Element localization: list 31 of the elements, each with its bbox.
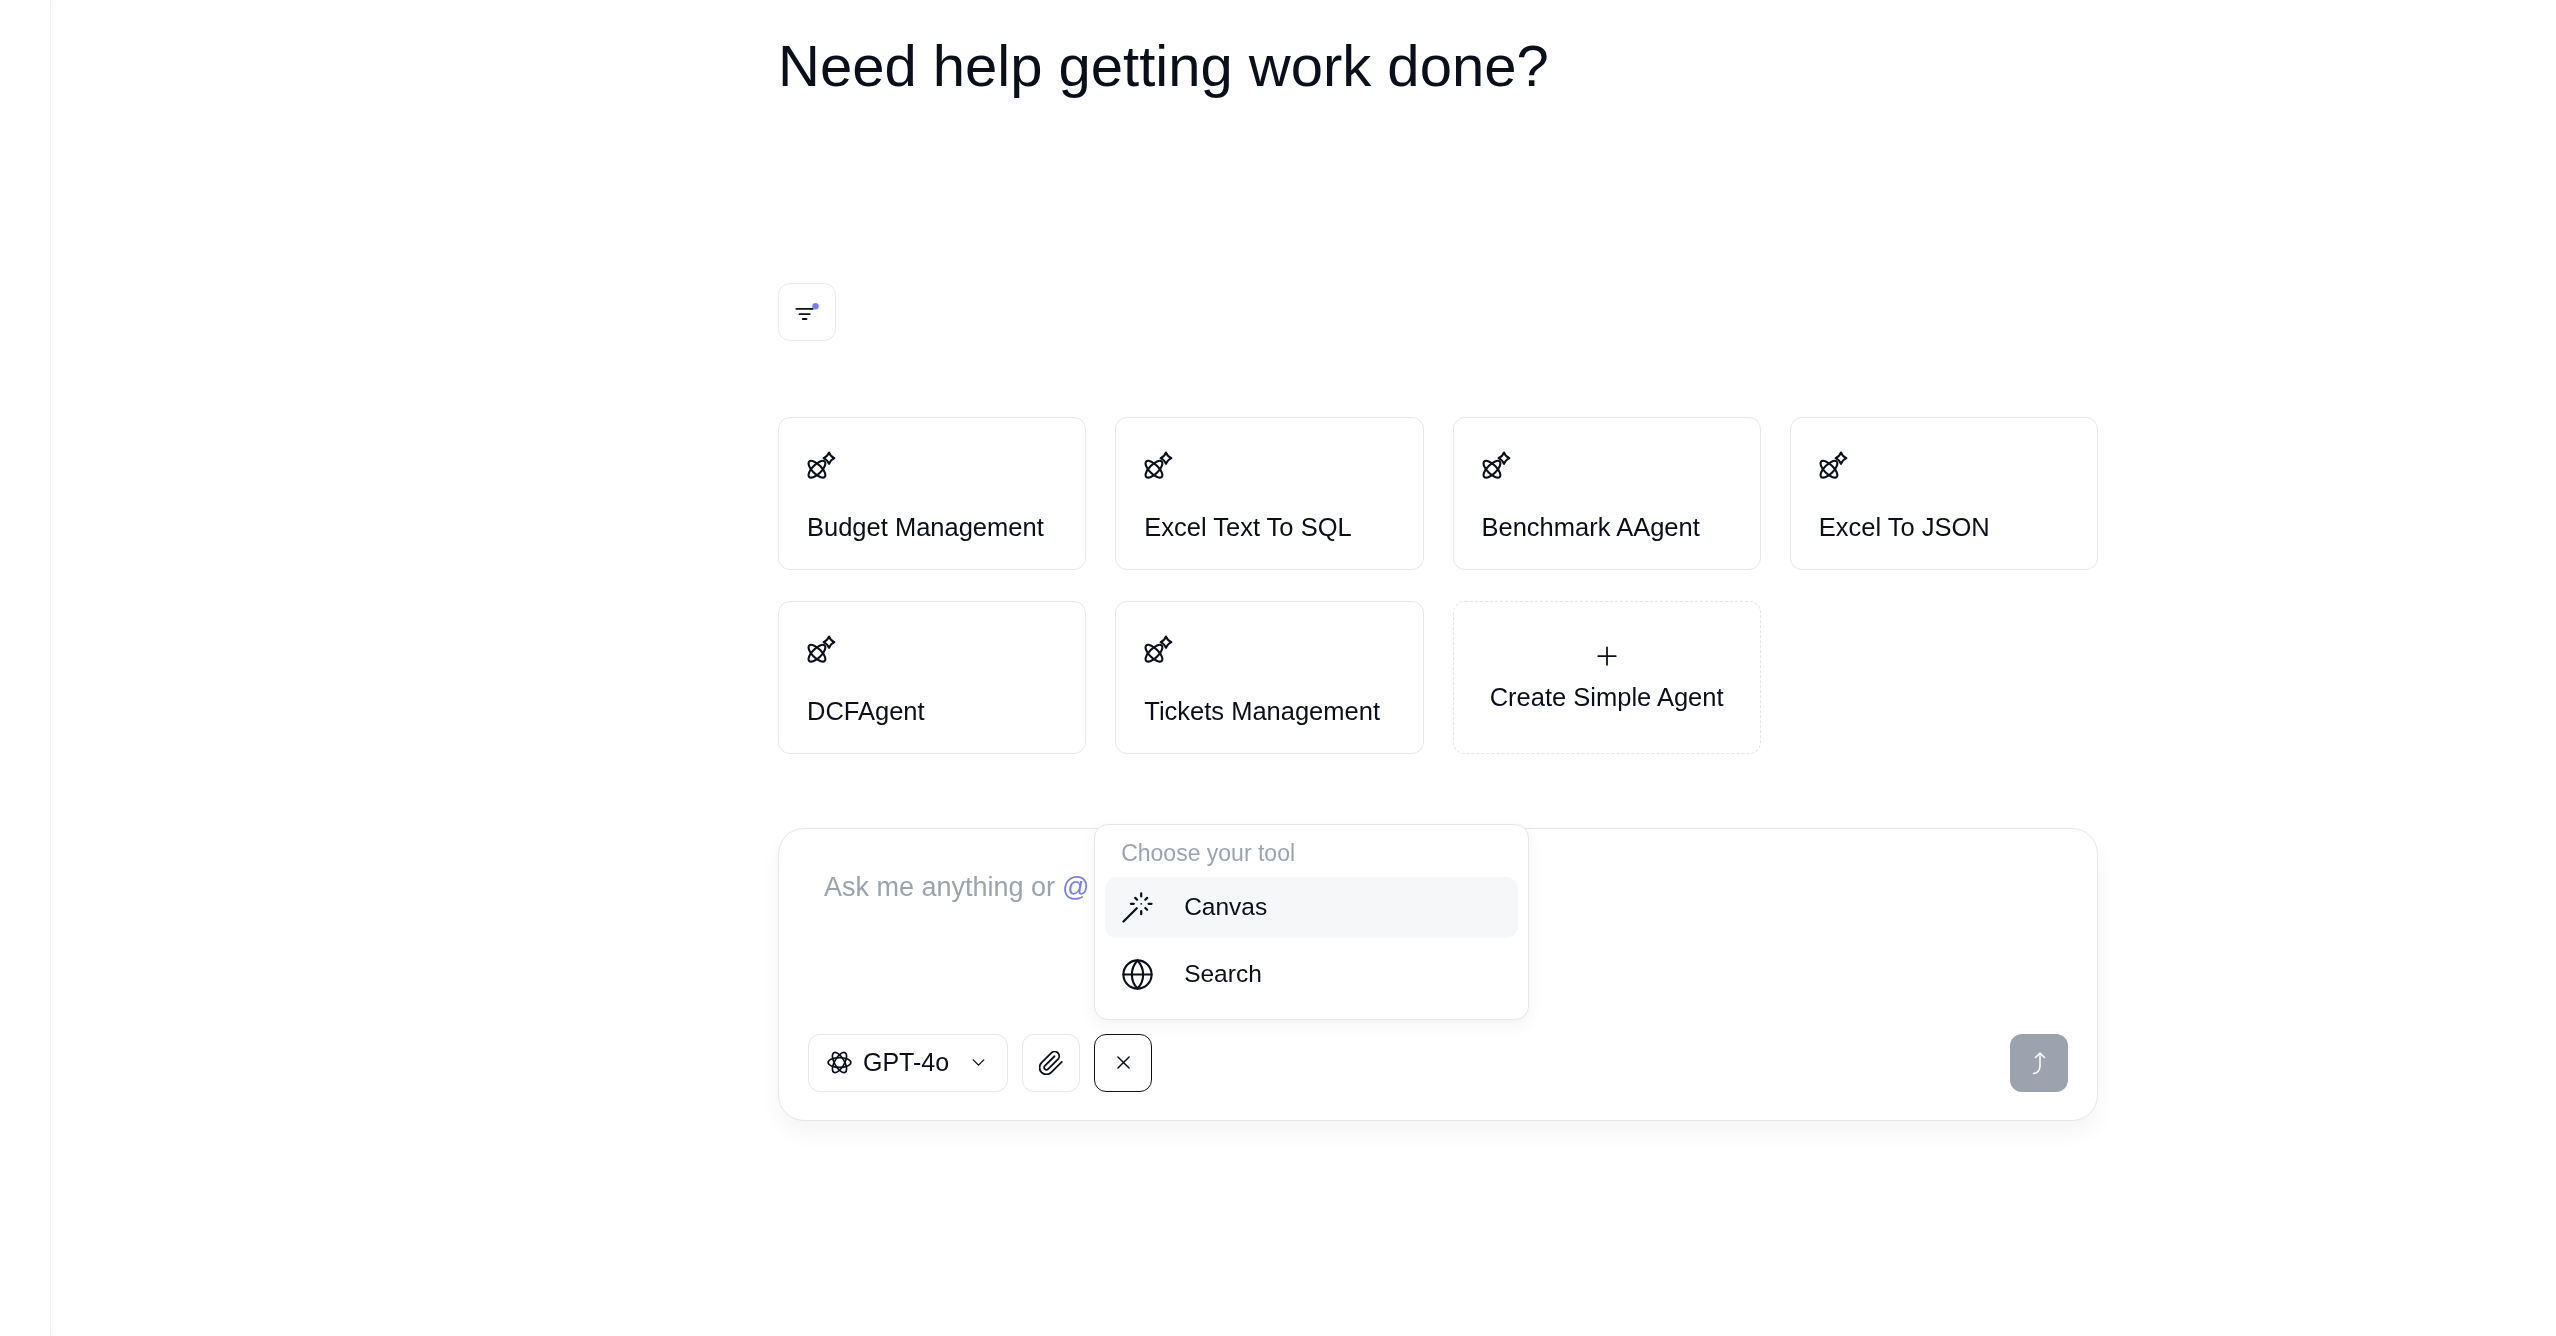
agent-card[interactable]: Excel Text To SQL bbox=[1115, 416, 1424, 570]
tools-toggle-button[interactable] bbox=[1094, 1033, 1153, 1092]
model-selector[interactable]: GPT-4o bbox=[808, 1033, 1009, 1092]
menu-title: Choose your tool bbox=[1121, 838, 1296, 867]
filter-button[interactable] bbox=[778, 282, 836, 341]
agent-card[interactable]: Tickets Management bbox=[1115, 600, 1424, 754]
orbit-sparkle-icon bbox=[807, 634, 836, 663]
create-agent-card[interactable]: Create Simple Agent bbox=[1452, 600, 1761, 754]
orbit-sparkle-icon bbox=[807, 450, 836, 479]
orbit-sparkle-icon bbox=[1144, 634, 1174, 663]
globe-icon bbox=[1122, 958, 1154, 990]
filter-icon bbox=[795, 303, 819, 321]
orbit-sparkle-icon bbox=[1818, 450, 1848, 479]
plus-icon bbox=[1596, 646, 1617, 667]
page-heading: Need help getting work done? bbox=[778, 32, 1549, 100]
agent-card[interactable]: Benchmark AAgent bbox=[1452, 416, 1761, 570]
agent-card[interactable]: Excel To JSON bbox=[1789, 416, 2098, 570]
atom-icon bbox=[827, 1051, 852, 1075]
chevron-down-icon bbox=[972, 1059, 986, 1067]
magic-wand-icon bbox=[1122, 891, 1154, 923]
mention-symbol: @ bbox=[1062, 870, 1090, 903]
close-icon bbox=[1116, 1056, 1130, 1070]
agent-card[interactable]: DCFAgent bbox=[778, 600, 1087, 754]
menu-item[interactable]: Canvas bbox=[1105, 876, 1519, 938]
curved-arrow-icon bbox=[2032, 1050, 2046, 1075]
paperclip-icon bbox=[1039, 1050, 1064, 1075]
input-placeholder: Ask me anything or bbox=[824, 870, 1056, 903]
orbit-sparkle-icon bbox=[1481, 450, 1511, 479]
orbit-sparkle-icon bbox=[1144, 450, 1174, 479]
attach-button[interactable] bbox=[1022, 1033, 1081, 1092]
agent-card[interactable]: Budget Management bbox=[778, 416, 1087, 570]
